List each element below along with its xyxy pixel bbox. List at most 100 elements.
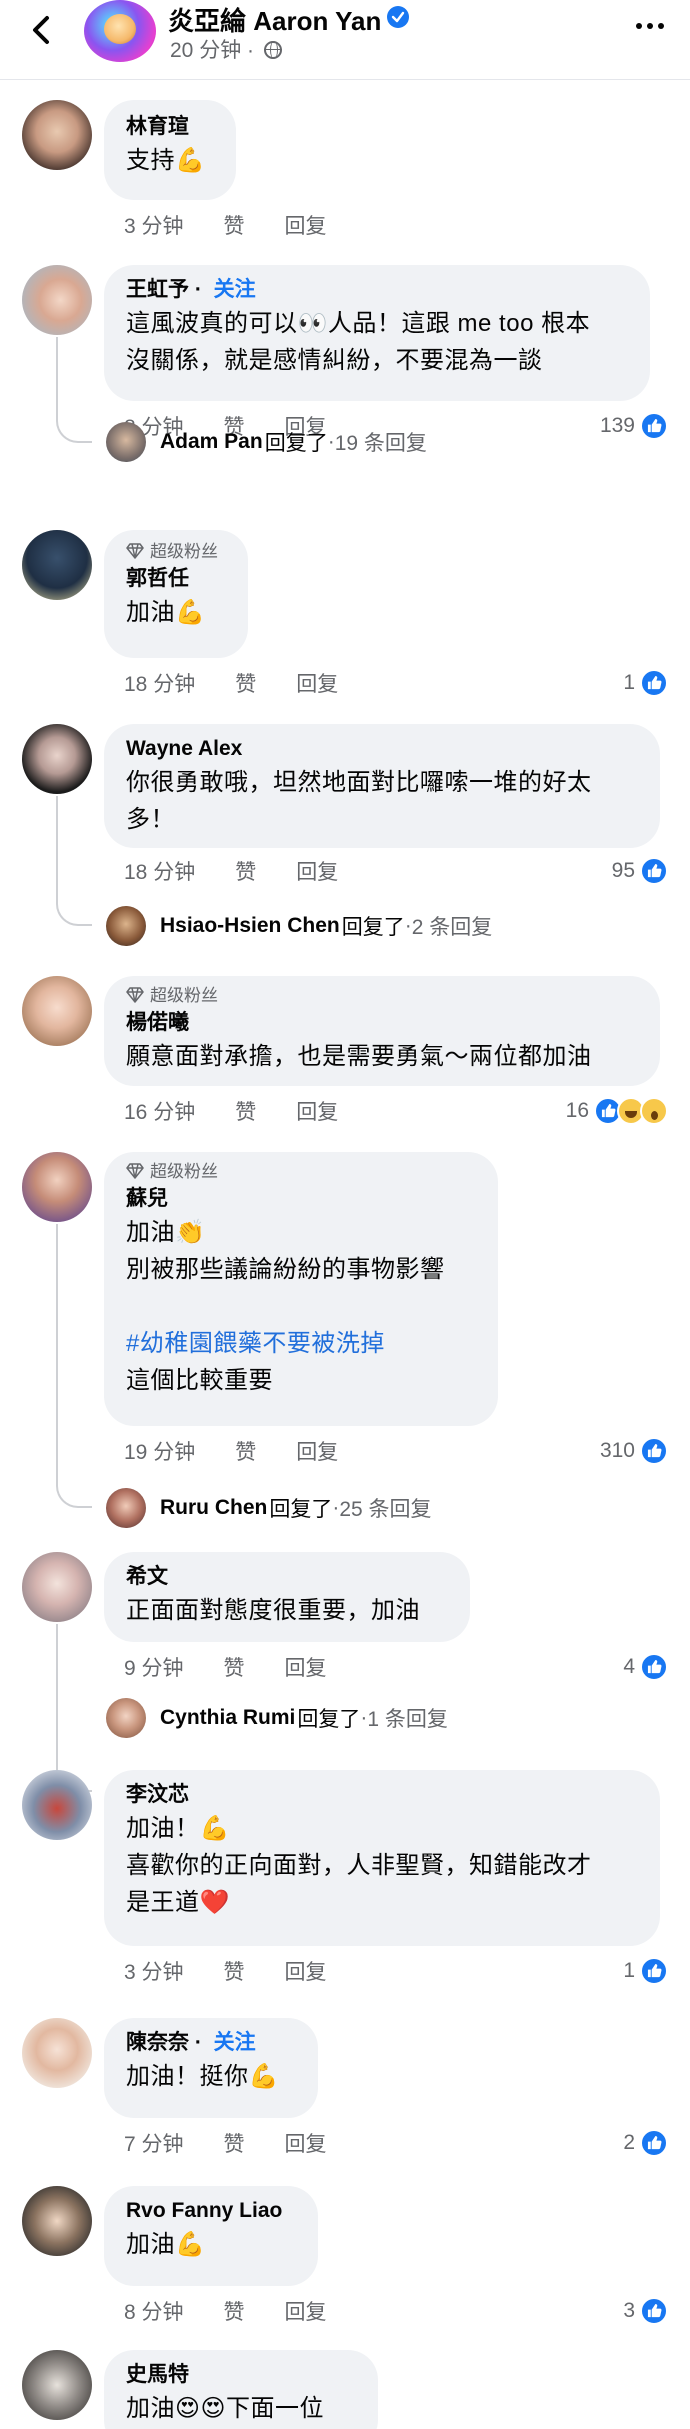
like-button[interactable]: 赞 bbox=[224, 1956, 245, 1986]
reply-count[interactable]: 25 条回复 bbox=[339, 1493, 431, 1523]
avatar[interactable] bbox=[22, 1152, 92, 1222]
reply-count[interactable]: 19 条回复 bbox=[335, 427, 427, 457]
hashtag-link[interactable]: #幼稚園餵藥不要被洗掉 bbox=[126, 1325, 476, 1362]
reaction-summary[interactable]: 310 bbox=[600, 1436, 668, 1466]
like-button[interactable]: 赞 bbox=[235, 1096, 256, 1126]
like-button[interactable]: 赞 bbox=[224, 1652, 245, 1682]
comment-bubble: 超级粉丝 郭哲任 加油💪 bbox=[104, 530, 248, 658]
reply-button[interactable]: 回复 bbox=[296, 1096, 338, 1126]
reply-button[interactable]: 回复 bbox=[285, 1652, 327, 1682]
like-button[interactable]: 赞 bbox=[224, 210, 245, 240]
avatar[interactable] bbox=[22, 265, 92, 335]
reply-count[interactable]: 2 条回复 bbox=[412, 911, 493, 941]
reply-preview[interactable]: Adam Pan 回复了 · 19 条回复 bbox=[106, 422, 427, 462]
reply-avatar[interactable] bbox=[106, 1698, 146, 1738]
follow-button[interactable]: 关注 bbox=[214, 2031, 256, 2054]
comment-bubble: 李汶芯 加油！💪 喜歡你的正向面對，人非聖賢，知錯能改才 是王道❤️ bbox=[104, 1770, 660, 1946]
comment-actions: 3 分钟 赞 回复 bbox=[124, 1956, 367, 1986]
comment-actions: 16 分钟 赞 回复 bbox=[124, 1096, 378, 1126]
comment-actions: 18 分钟 赞 回复 bbox=[124, 856, 378, 886]
like-button[interactable]: 赞 bbox=[235, 668, 256, 698]
reply-author[interactable]: Cynthia Rumi bbox=[160, 1706, 295, 1730]
reply-button[interactable]: 回复 bbox=[285, 1956, 327, 1986]
reply-author[interactable]: Hsiao-Hsien Chen bbox=[160, 914, 340, 938]
reaction-summary[interactable]: 3 bbox=[623, 2296, 668, 2326]
author-name[interactable]: 陳奈奈 bbox=[126, 2031, 189, 2054]
reaction-summary[interactable]: 2 bbox=[623, 2128, 668, 2158]
super-fan-label: 超级粉丝 bbox=[150, 1162, 218, 1181]
more-options-button[interactable] bbox=[628, 6, 672, 46]
reply-thread-line bbox=[56, 1224, 92, 1508]
arrow-left-icon bbox=[33, 16, 49, 44]
avatar[interactable] bbox=[22, 1770, 92, 1840]
comment-author[interactable]: 李汶芯 bbox=[126, 1780, 638, 1810]
avatar[interactable] bbox=[22, 2018, 92, 2088]
comment-author[interactable]: 史馬特 bbox=[126, 2360, 356, 2390]
reply-author[interactable]: Ruru Chen bbox=[160, 1496, 267, 1520]
avatar[interactable] bbox=[22, 2186, 92, 2256]
comment-text: 支持💪 bbox=[126, 147, 206, 174]
reaction-summary[interactable]: 1 bbox=[623, 1956, 668, 1986]
reaction-summary[interactable]: 139 bbox=[600, 411, 668, 441]
reply-button[interactable]: 回复 bbox=[285, 2296, 327, 2326]
comment-time: 18 分钟 bbox=[124, 673, 196, 696]
like-button[interactable]: 赞 bbox=[224, 2128, 245, 2158]
comment-author[interactable]: Rvo Fanny Liao bbox=[126, 2196, 296, 2226]
follow-button[interactable]: 关注 bbox=[214, 278, 256, 301]
comment-text-line: 這個比較重要 bbox=[126, 1367, 273, 1394]
reply-button[interactable]: 回复 bbox=[296, 856, 338, 886]
like-reaction-icon bbox=[640, 857, 668, 885]
like-button[interactable]: 赞 bbox=[235, 856, 256, 886]
comment-actions: 9 分钟 赞 回复 bbox=[124, 1652, 367, 1682]
comment-author[interactable]: 蘇兒 bbox=[126, 1184, 476, 1214]
post-meta: 20 分钟 · bbox=[170, 34, 282, 64]
reply-count[interactable]: 1 条回复 bbox=[367, 1703, 448, 1733]
avatar[interactable] bbox=[22, 2350, 92, 2420]
avatar[interactable] bbox=[22, 1552, 92, 1622]
comment-bubble: Wayne Alex 你很勇敢哦，坦然地面對比囉嗦一堆的好太 多！ bbox=[104, 724, 660, 848]
reaction-summary[interactable]: 95 bbox=[612, 856, 668, 886]
reply-preview[interactable]: Ruru Chen 回复了 · 25 条回复 bbox=[106, 1488, 432, 1528]
avatar[interactable] bbox=[22, 976, 92, 1046]
avatar[interactable] bbox=[22, 724, 92, 794]
super-fan-badge: 超级粉丝 bbox=[126, 540, 226, 564]
reply-avatar[interactable] bbox=[106, 1488, 146, 1528]
comment-author[interactable]: 希文 bbox=[126, 1562, 448, 1592]
like-button[interactable]: 赞 bbox=[235, 1436, 256, 1466]
comment-time: 8 分钟 bbox=[124, 2301, 184, 2324]
reply-thread-line bbox=[56, 1624, 92, 1792]
comment-author[interactable]: 陳奈奈 · 关注 bbox=[126, 2028, 296, 2058]
reaction-count: 95 bbox=[611, 859, 635, 882]
reply-author[interactable]: Adam Pan bbox=[160, 430, 263, 454]
like-button[interactable]: 赞 bbox=[224, 2296, 245, 2326]
reaction-summary[interactable]: 16 bbox=[566, 1096, 668, 1126]
reply-preview[interactable]: Hsiao-Hsien Chen 回复了 · 2 条回复 bbox=[106, 906, 492, 946]
reaction-count: 1 bbox=[623, 1959, 635, 1982]
back-button[interactable] bbox=[22, 10, 62, 50]
comment-author[interactable]: 郭哲任 bbox=[126, 564, 226, 594]
reaction-summary[interactable]: 4 bbox=[623, 1652, 668, 1682]
avatar[interactable] bbox=[22, 530, 92, 600]
author-name[interactable]: 王虹予 bbox=[126, 278, 189, 301]
page-name[interactable]: 炎亞綸 Aaron Yan bbox=[168, 1, 410, 38]
comment-author[interactable]: Wayne Alex bbox=[126, 734, 638, 764]
meta-separator: · bbox=[241, 39, 260, 62]
reply-button[interactable]: 回复 bbox=[285, 210, 327, 240]
comment-author[interactable]: 林育瑄 bbox=[126, 112, 214, 142]
reply-thread-line bbox=[56, 796, 92, 926]
reply-button[interactable]: 回复 bbox=[285, 2128, 327, 2158]
reply-avatar[interactable] bbox=[106, 422, 146, 462]
page-name-text[interactable]: 炎亞綸 Aaron Yan bbox=[168, 6, 381, 36]
reply-preview[interactable]: Cynthia Rumi 回复了 · 1 条回复 bbox=[106, 1698, 448, 1738]
page-avatar[interactable] bbox=[84, 0, 156, 62]
comment-author[interactable]: 王虹予 · 关注 bbox=[126, 275, 628, 305]
reply-button[interactable]: 回复 bbox=[296, 1436, 338, 1466]
reaction-summary[interactable]: 1 bbox=[623, 668, 668, 698]
comment-time: 9 分钟 bbox=[124, 1657, 184, 1680]
avatar[interactable] bbox=[22, 100, 92, 170]
reply-button[interactable]: 回复 bbox=[296, 668, 338, 698]
comment-author[interactable]: 楊偌曦 bbox=[126, 1008, 638, 1038]
reply-dot: · bbox=[327, 430, 335, 453]
comment-bubble: 希文 正面面對態度很重要，加油 bbox=[104, 1552, 470, 1642]
reply-avatar[interactable] bbox=[106, 906, 146, 946]
